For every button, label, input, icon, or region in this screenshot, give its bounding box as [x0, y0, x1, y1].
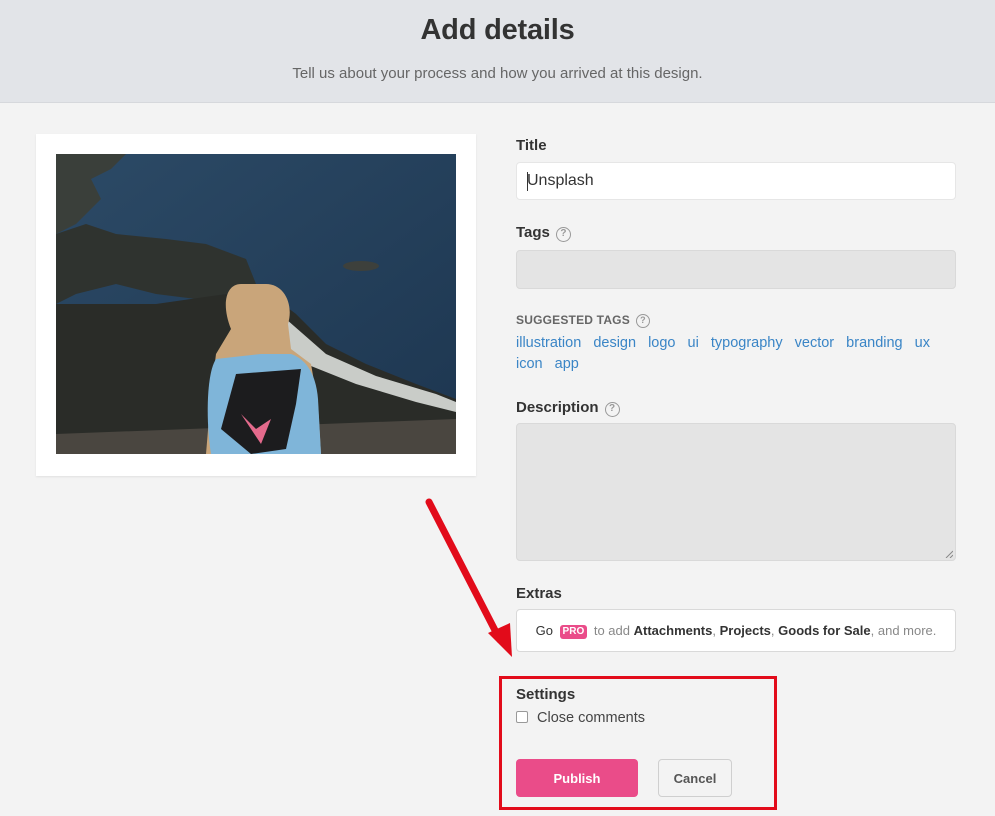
tags-help-icon[interactable]: ?	[555, 227, 571, 242]
pro-badge: PRO	[559, 625, 588, 639]
shot-preview-card	[36, 134, 476, 476]
suggested-tags-label-row: SUGGESTED TAGS?	[516, 313, 650, 328]
suggested-tags-label: SUGGESTED TAGS	[516, 313, 630, 327]
tags-label-row: Tags?	[516, 224, 571, 242]
description-label: Description	[516, 399, 599, 416]
suggested-tag[interactable]: illustration	[516, 335, 581, 351]
description-textarea[interactable]	[516, 423, 956, 561]
suggested-tags-list: illustration design logo ui typography v…	[516, 333, 956, 375]
extras-and-more: and more.	[877, 623, 937, 638]
suggested-tag[interactable]: branding	[846, 335, 902, 351]
description-label-row: Description?	[516, 399, 620, 417]
title-input[interactable]	[516, 162, 956, 200]
suggested-tag[interactable]: logo	[648, 335, 675, 351]
title-label: Title	[516, 137, 547, 154]
suggested-tag[interactable]: vector	[795, 335, 835, 351]
page-header: Add details Tell us about your process a…	[0, 0, 995, 103]
tags-label: Tags	[516, 224, 550, 241]
suggested-tag[interactable]: typography	[711, 335, 783, 351]
suggested-tag[interactable]: ux	[915, 335, 930, 351]
annotation-arrow-icon	[425, 498, 512, 657]
extras-upsell[interactable]: Go PRO to add Attachments, Projects, Goo…	[516, 609, 956, 652]
extras-go-text: Go	[535, 623, 553, 638]
page-title: Add details	[420, 14, 575, 46]
suggested-tag[interactable]: icon	[516, 356, 543, 372]
page-subtitle: Tell us about your process and how you a…	[292, 65, 703, 82]
annotation-highlight-box	[499, 676, 777, 810]
tags-input[interactable]	[516, 250, 956, 289]
extras-label: Extras	[516, 585, 562, 602]
shot-image	[56, 154, 456, 454]
extras-to-add-text: to add	[593, 623, 630, 638]
suggested-tags-help-icon[interactable]: ?	[635, 314, 650, 328]
text-cursor	[527, 172, 528, 191]
resize-grip-icon[interactable]	[945, 550, 953, 558]
extras-projects: Projects	[719, 623, 771, 638]
suggested-tag[interactable]: ui	[688, 335, 699, 351]
suggested-tag[interactable]: app	[555, 356, 579, 372]
extras-attachments: Attachments	[633, 623, 713, 638]
extras-goods: Goods for Sale	[778, 623, 871, 638]
suggested-tag[interactable]: design	[593, 335, 636, 351]
description-help-icon[interactable]: ?	[604, 402, 620, 417]
